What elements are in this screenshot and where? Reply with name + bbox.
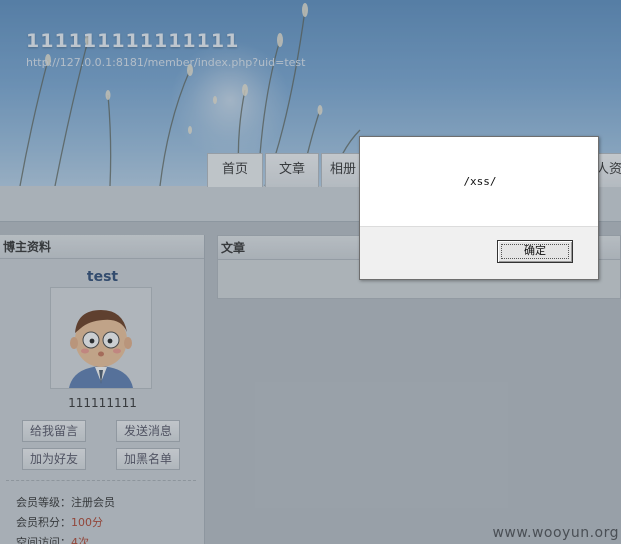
alert-message: /xss/ — [463, 175, 497, 188]
alert-dialog: /xss/ 确定 — [359, 136, 599, 280]
watermark: www.wooyun.org — [492, 525, 619, 541]
ok-button[interactable]: 确定 — [497, 240, 573, 263]
